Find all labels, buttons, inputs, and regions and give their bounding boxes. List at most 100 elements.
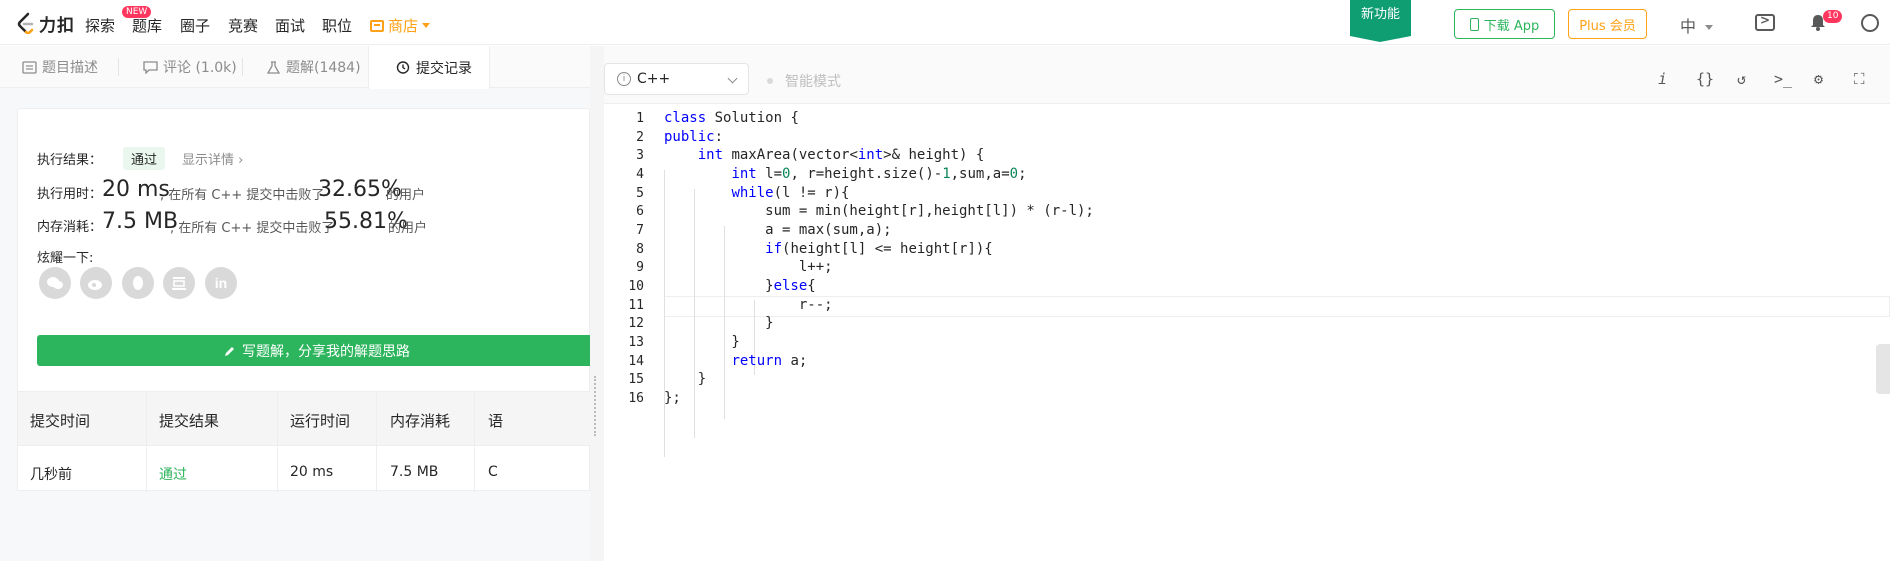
top-navigation: 力扣 探索 NEW 题库 圈子 竞赛 面试 职位 商店 新功能 下载 App P… [0, 0, 1890, 45]
side-drawer-handle[interactable] [1876, 344, 1890, 394]
column-divider [376, 392, 377, 492]
download-app-label: 下载 App [1483, 18, 1540, 34]
header-language[interactable]: 语 [488, 410, 503, 431]
smart-mode-label: 智能模式 [785, 74, 841, 90]
tab-submissions-label: 提交记录 [416, 60, 472, 77]
line-number: 15 [628, 372, 644, 387]
format-braces-icon[interactable]: {} [1696, 70, 1714, 88]
code-line: } [664, 371, 707, 387]
tab-divider [118, 58, 119, 76]
tab-solutions-label: 题解(1484) [286, 60, 361, 76]
line-number: 5 [636, 186, 644, 201]
notification-badge: 10 [1823, 10, 1843, 23]
runtime-label: 执行用时： [37, 187, 103, 202]
language-label: 中 [1680, 17, 1697, 36]
weibo-icon[interactable] [80, 267, 112, 299]
row-runtime: 20 ms [290, 464, 334, 480]
terminal-icon[interactable]: >_ [1774, 70, 1792, 88]
pencil-icon [225, 346, 234, 356]
language-switcher[interactable]: 中 [1680, 13, 1714, 37]
tab-solutions[interactable]: 题解(1484) [266, 46, 361, 88]
code-line: class Solution { [664, 110, 799, 126]
nav-contest[interactable]: 竞赛 [228, 15, 258, 36]
nav-explore[interactable]: 探索 [85, 15, 115, 36]
toggle-dot [767, 78, 773, 84]
memory-beat-text: , 在所有 C++ 提交中击败了 [170, 221, 335, 236]
drag-handle-icon [594, 376, 596, 436]
current-line-highlight [664, 295, 1890, 317]
smart-mode-toggle[interactable]: 智能模式 [767, 71, 841, 91]
language-select[interactable]: i C++ [604, 63, 749, 95]
new-feature-ribbon[interactable]: 新功能 [1350, 0, 1411, 42]
code-line: } [664, 334, 740, 350]
line-number: 13 [628, 335, 644, 350]
tab-submissions[interactable]: 提交记录 [368, 46, 490, 89]
code-line: a = max(sum,a); [664, 222, 892, 238]
left-panel: 题目描述 评论 (1.0k) 题解(1484) 提交记录 执行结果： 通过 显示 [0, 46, 590, 561]
console-icon[interactable] [1755, 13, 1775, 31]
line-number: 3 [636, 148, 644, 163]
line-number: 14 [628, 354, 644, 369]
code-panel: i C++ 智能模式 i {} ↺ >_ ⚙ ⛶ 1 class Solutio… [604, 46, 1890, 561]
download-app-button[interactable]: 下载 App [1454, 9, 1555, 39]
comment-icon [143, 60, 158, 74]
header-submit-result[interactable]: 提交结果 [159, 410, 219, 431]
tab-description[interactable]: 题目描述 [22, 46, 98, 88]
nav-interview[interactable]: 面试 [275, 15, 305, 36]
header-memory[interactable]: 内存消耗 [390, 410, 450, 431]
write-solution-button[interactable]: 写题解，分享我的解题思路 [37, 335, 590, 366]
logo-icon [17, 12, 34, 34]
douban-icon[interactable] [163, 267, 195, 299]
tab-comments-label: 评论 (1.0k) [163, 60, 237, 76]
share-label: 炫耀一下: [37, 251, 94, 266]
row-language: C [488, 464, 498, 480]
linkedin-icon[interactable]: in [205, 267, 237, 299]
show-details-link[interactable]: 显示详情 › [182, 149, 243, 168]
line-number: 10 [628, 279, 644, 294]
store-icon [370, 19, 384, 32]
tab-description-label: 题目描述 [42, 60, 98, 76]
nav-store[interactable]: 商店 [370, 15, 431, 36]
code-line: } [664, 315, 774, 331]
leetcode-logo[interactable]: 力扣 [16, 12, 75, 36]
code-editor[interactable]: 1 class Solution { 2 public: 3 int maxAr… [604, 104, 1890, 561]
memory-label: 内存消耗： [37, 220, 103, 235]
nav-jobs[interactable]: 职位 [322, 15, 352, 36]
chevron-down-icon [727, 73, 738, 84]
code-line: public: [664, 129, 724, 145]
header-runtime[interactable]: 运行时间 [290, 410, 350, 431]
code-line: int l=0, r=height.size()-1,sum,a=0; [731, 166, 1027, 182]
wechat-icon[interactable] [39, 267, 71, 299]
reset-icon[interactable]: ↺ [1737, 70, 1746, 88]
panel-splitter[interactable] [590, 46, 604, 561]
header-submit-time[interactable]: 提交时间 [30, 410, 90, 431]
settings-icon[interactable]: ⚙ [1814, 70, 1823, 88]
tab-divider [242, 58, 243, 76]
nav-circle[interactable]: 圈子 [180, 15, 210, 36]
description-icon [22, 60, 37, 74]
phone-icon [1469, 17, 1479, 31]
info-italic-icon[interactable]: i [1658, 70, 1667, 88]
line-number: 1 [636, 111, 644, 126]
user-avatar-icon[interactable] [1860, 13, 1880, 33]
row-submit-result[interactable]: 通过 [159, 464, 187, 484]
flask-icon [266, 60, 281, 74]
submissions-table: 提交时间 提交结果 运行时间 内存消耗 语 几秒前 通过 20 ms 7.5 M… [17, 391, 590, 492]
memory-value: 7.5 MB [102, 209, 179, 234]
fullscreen-icon[interactable]: ⛶ [1854, 70, 1865, 88]
code-line: }else{ [664, 278, 816, 294]
line-number: 9 [636, 260, 644, 275]
line-number: 11 [628, 298, 644, 313]
plus-membership-button[interactable]: Plus 会员 [1568, 9, 1647, 39]
line-number: 8 [636, 242, 644, 257]
line-number: 4 [636, 167, 644, 182]
row-memory: 7.5 MB [390, 464, 439, 480]
code-line: return a; [731, 353, 808, 369]
line-number: 2 [636, 130, 644, 145]
code-line: sum = min(height[r],height[l]) * (r-l); [664, 203, 1094, 219]
status-badge: 通过 [123, 147, 166, 170]
code-line: }; [664, 390, 681, 406]
nav-problems[interactable]: 题库 [132, 15, 162, 36]
tab-comments[interactable]: 评论 (1.0k) [143, 46, 237, 88]
qq-icon[interactable] [122, 267, 154, 299]
